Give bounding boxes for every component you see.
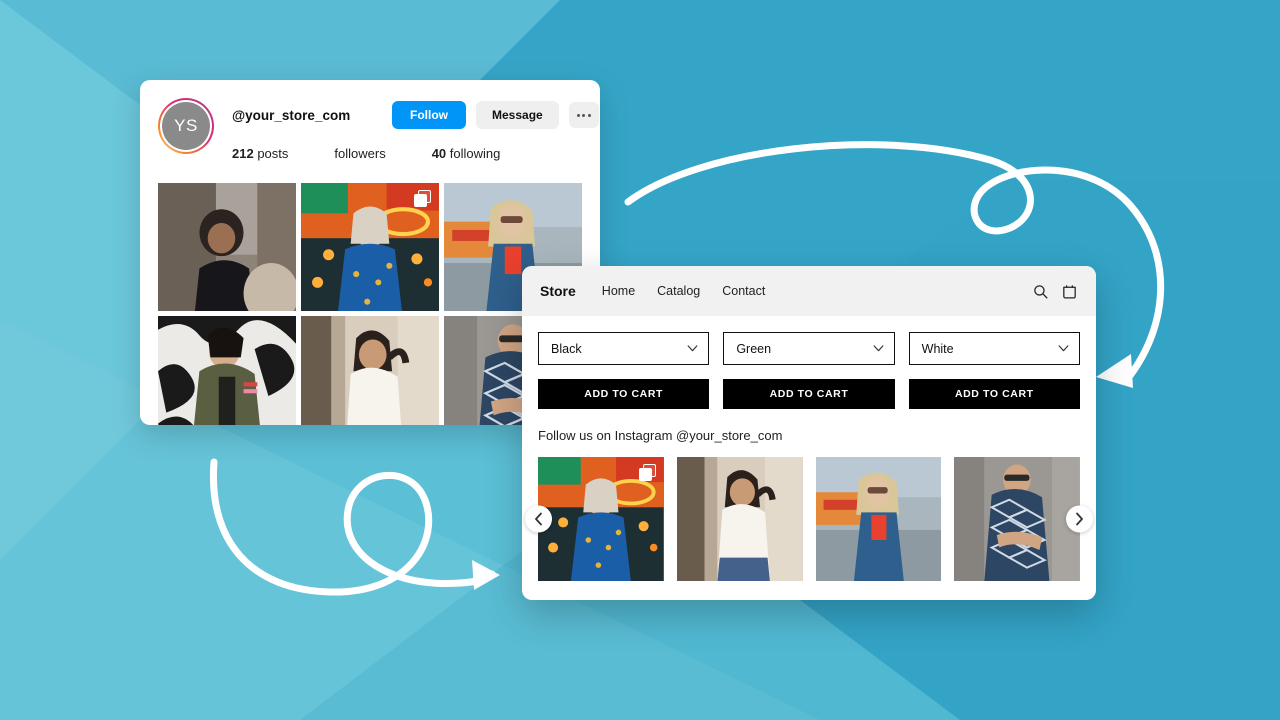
stat-followers: followers: [334, 146, 385, 161]
instagram-header: YS @your_store_com Follow Message 212 po…: [140, 80, 600, 161]
add-to-cart-row: ADD TO CART ADD TO CART ADD TO CART: [538, 379, 1080, 409]
stat-posts-label: posts: [257, 146, 289, 161]
photo-art: [158, 316, 296, 425]
carousel-next-button[interactable]: [1066, 505, 1093, 533]
more-options-button[interactable]: [568, 102, 599, 128]
instagram-carousel: [525, 457, 1093, 581]
chevron-down-icon: [687, 345, 698, 352]
variant-select-3[interactable]: White: [908, 332, 1080, 365]
store-nav: Home Catalog Contact: [602, 284, 1032, 298]
message-button[interactable]: Message: [476, 101, 559, 129]
variant-select-1-value: Black: [551, 341, 582, 356]
add-to-cart-button-2[interactable]: ADD TO CART: [723, 379, 895, 409]
shopping-bag-icon[interactable]: [1061, 283, 1078, 300]
add-to-cart-button-1[interactable]: ADD TO CART: [538, 379, 710, 409]
grid-photo-2[interactable]: [301, 183, 439, 311]
chevron-down-icon: [1058, 345, 1069, 352]
stat-posts-value: 212: [232, 146, 254, 161]
store-header-icons: [1032, 283, 1078, 300]
profile-stats: 212 posts followers 40 following: [232, 146, 599, 161]
carousel-track: [538, 457, 1080, 581]
variant-select-2[interactable]: Green: [723, 332, 895, 365]
stat-following-label: following: [449, 146, 501, 161]
photo-art: [954, 457, 1080, 581]
stat-following: 40 following: [432, 146, 501, 161]
carousel-photo-2[interactable]: [676, 457, 803, 581]
store-title: Store: [540, 283, 576, 299]
variant-select-3-value: White: [921, 341, 954, 356]
nav-item-home[interactable]: Home: [602, 284, 635, 298]
photo-art: [676, 457, 803, 581]
multiple-photos-icon: [414, 190, 431, 207]
variant-selectors: Black Green White: [538, 332, 1080, 365]
canvas: YS @your_store_com Follow Message 212 po…: [0, 0, 1280, 720]
grid-photo-1[interactable]: [158, 183, 296, 311]
store-header: Store Home Catalog Contact: [522, 266, 1096, 316]
nav-item-catalog[interactable]: Catalog: [657, 284, 700, 298]
stat-followers-label: followers: [334, 146, 386, 161]
avatar-ring-inner: YS: [160, 100, 212, 152]
add-to-cart-button-3[interactable]: ADD TO CART: [908, 379, 1080, 409]
instagram-meta: @your_store_com Follow Message 212 posts: [232, 98, 599, 161]
store-window: Store Home Catalog Contact Black Green W…: [522, 266, 1096, 600]
photo-art: [815, 457, 942, 581]
ellipsis-icon: [576, 113, 591, 117]
arrowhead-top: [1096, 354, 1133, 388]
avatar-initials: YS: [162, 102, 210, 150]
instagram-follow-text: Follow us on Instagram @your_store_com: [538, 428, 783, 443]
nav-item-contact[interactable]: Contact: [722, 284, 765, 298]
search-icon[interactable]: [1032, 283, 1049, 300]
avatar[interactable]: YS: [158, 98, 214, 154]
variant-select-1[interactable]: Black: [538, 332, 710, 365]
store-body: Black Green White ADD TO CART ADD TO CAR…: [522, 316, 1096, 581]
arrowhead-bottom: [472, 560, 500, 590]
carousel-photo-3[interactable]: [815, 457, 942, 581]
follow-button[interactable]: Follow: [392, 101, 466, 129]
carousel-photo-4[interactable]: [954, 457, 1080, 581]
chevron-right-icon: [1076, 512, 1083, 526]
chevron-down-icon: [873, 345, 884, 352]
stat-following-value: 40: [431, 146, 447, 161]
grid-photo-5[interactable]: [301, 316, 439, 425]
chevron-left-icon: [535, 512, 542, 526]
multiple-photos-icon: [638, 464, 656, 481]
photo-art: [158, 183, 296, 311]
carousel-prev-button[interactable]: [525, 505, 552, 533]
stat-posts: 212 posts: [232, 146, 288, 161]
instagram-actions-row: @your_store_com Follow Message: [232, 101, 599, 129]
variant-select-2-value: Green: [736, 341, 772, 356]
grid-photo-4[interactable]: [158, 316, 296, 425]
profile-handle: @your_store_com: [232, 107, 351, 123]
carousel-photo-1[interactable]: [538, 457, 664, 581]
photo-art: [301, 316, 439, 425]
